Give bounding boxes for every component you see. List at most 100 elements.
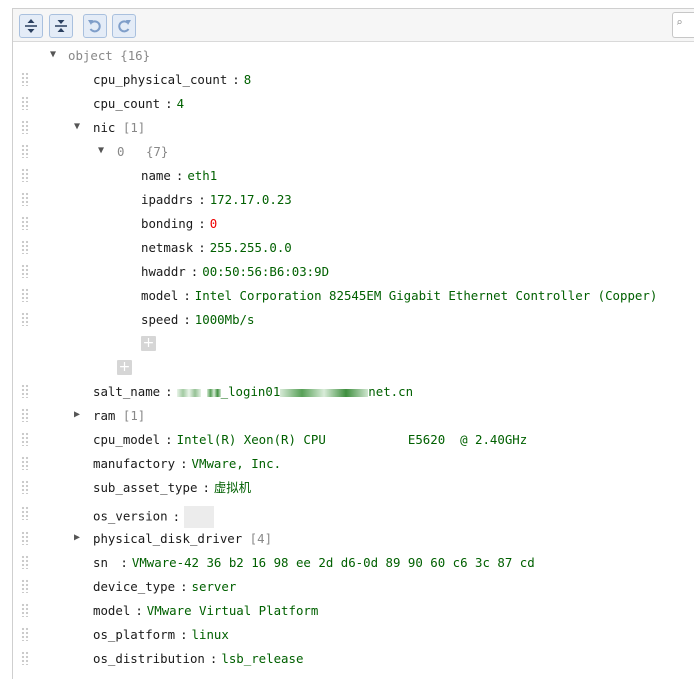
drag-handle[interactable] — [21, 216, 29, 230]
field-key[interactable]: cpu_model — [93, 432, 160, 447]
tree-row-model: model: VMware Virtual Platform — [0, 599, 694, 623]
tree-row-salt-name: salt_name: _login01 net.cn — [0, 380, 694, 404]
field-value-part2[interactable]: net.cn — [368, 384, 413, 399]
root-count: {16} — [120, 48, 151, 63]
field-value[interactable]: 虚拟机 — [214, 480, 251, 495]
drag-handle[interactable] — [21, 312, 29, 326]
field-key[interactable]: bonding — [141, 216, 193, 231]
drag-handle[interactable] — [21, 384, 29, 398]
field-value[interactable]: linux — [192, 627, 229, 642]
field-value[interactable]: Intel Corporation 82545EM Gigabit Ethern… — [195, 288, 658, 303]
drag-handle[interactable] — [21, 96, 29, 110]
field-key[interactable]: hwaddr — [141, 264, 186, 279]
field-value[interactable]: 255.255.0.0 — [210, 240, 292, 255]
drag-handle[interactable] — [21, 168, 29, 182]
drag-handle[interactable] — [21, 555, 29, 569]
tree-row-ram: ▶ ram [1] — [0, 404, 694, 428]
drag-handle[interactable] — [21, 627, 29, 641]
undo-button[interactable] — [83, 14, 107, 38]
field-value[interactable]: VMware-42 36 b2 16 98 ee 2d d6-0d 89 90 … — [132, 555, 535, 570]
field-key[interactable]: salt_name — [93, 384, 160, 399]
field-value[interactable]: Intel(R) Xeon(R) CPU E5620 @ 2.40GHz — [177, 432, 528, 447]
field-value[interactable]: eth1 — [187, 168, 217, 183]
field-value[interactable]: VMware, Inc. — [192, 456, 282, 471]
field-key[interactable]: cpu_physical_count — [93, 72, 227, 87]
key-separator: : — [175, 168, 184, 183]
field-key[interactable]: ipaddrs — [141, 192, 193, 207]
field-value[interactable]: 172.17.0.23 — [210, 192, 292, 207]
field-value[interactable]: 00:50:56:B6:03:9D — [202, 264, 329, 279]
tree-row-nic-model: model: Intel Corporation 82545EM Gigabit … — [0, 284, 694, 308]
field-key[interactable]: model — [141, 288, 178, 303]
array-index: 0 — [117, 144, 125, 159]
tree-row-sub-asset-type: sub_asset_type: 虚拟机 — [0, 476, 694, 500]
drag-handle[interactable] — [21, 288, 29, 302]
expand-toggle-nic[interactable]: ▼ — [71, 120, 83, 134]
expand-toggle-nic-0[interactable]: ▼ — [95, 144, 107, 158]
field-key[interactable]: sub_asset_type — [93, 480, 197, 495]
append-item-button-nic[interactable]: + — [117, 360, 132, 375]
field-value[interactable]: 4 — [177, 96, 184, 111]
field-key[interactable]: os_platform — [93, 627, 175, 642]
expand-all-icon — [25, 19, 37, 33]
key-separator: : — [183, 288, 191, 303]
redo-icon — [118, 20, 131, 33]
key-separator: : — [198, 192, 206, 207]
field-value[interactable]: VMware Virtual Platform — [147, 603, 319, 618]
drag-handle[interactable] — [21, 72, 29, 86]
tree-row-nic-0: ▼ 0 {7} — [0, 140, 694, 164]
expand-all-button[interactable] — [19, 14, 43, 38]
drag-handle[interactable] — [21, 480, 29, 494]
drag-handle[interactable] — [21, 432, 29, 446]
drag-handle[interactable] — [21, 531, 29, 545]
expand-toggle-physical-disk-driver[interactable]: ▶ — [71, 531, 83, 545]
drag-handle[interactable] — [21, 192, 29, 206]
tree-row-physical-disk-driver: ▶ physical_disk_driver [4] — [0, 527, 694, 551]
expand-toggle-root[interactable]: ▼ — [47, 48, 59, 62]
key-separator: : — [198, 216, 206, 231]
field-value[interactable]: lsb_release — [221, 651, 303, 666]
redo-button[interactable] — [112, 14, 136, 38]
field-key[interactable]: ram — [93, 408, 115, 423]
field-key[interactable]: device_type — [93, 579, 175, 594]
drag-handle[interactable] — [21, 144, 29, 158]
field-key[interactable]: model — [93, 603, 130, 618]
field-key[interactable]: sn — [93, 555, 115, 570]
drag-handle[interactable] — [21, 579, 29, 593]
tree-row-nic-hwaddr: hwaddr:00:50:56:B6:03:9D — [0, 260, 694, 284]
field-key[interactable]: netmask — [141, 240, 193, 255]
field-value[interactable]: server — [192, 579, 237, 594]
append-field-button-nic-0[interactable]: + — [141, 336, 156, 351]
field-key[interactable]: os_version — [93, 509, 168, 524]
array-count: [1] — [122, 120, 146, 135]
field-key[interactable]: speed — [141, 312, 178, 327]
collapse-all-button[interactable] — [49, 14, 73, 38]
drag-handle[interactable] — [21, 651, 29, 665]
field-value[interactable]: 1000Mb/s — [195, 312, 255, 327]
drag-handle[interactable] — [21, 120, 29, 134]
tree-row-nic-bonding: bonding:0 — [0, 212, 694, 236]
drag-handle[interactable] — [21, 264, 29, 278]
drag-handle[interactable] — [21, 240, 29, 254]
redacted-block — [206, 388, 221, 397]
field-value[interactable]: 8 — [244, 72, 251, 87]
field-value-part1[interactable]: _login01 — [221, 384, 281, 399]
field-value[interactable]: 0 — [210, 216, 217, 231]
field-key[interactable]: nic — [93, 120, 115, 135]
drag-handle[interactable] — [21, 408, 29, 422]
field-key[interactable]: cpu_count — [93, 96, 160, 111]
field-key[interactable]: os_distribution — [93, 651, 205, 666]
drag-handle[interactable] — [21, 603, 29, 617]
search-box[interactable]: ⌕ — [672, 12, 694, 38]
drag-handle[interactable] — [21, 456, 29, 470]
expand-toggle-ram[interactable]: ▶ — [71, 408, 83, 422]
undo-icon — [88, 20, 101, 33]
tree-row-root: ▼ object {16} — [0, 44, 694, 68]
key-separator: : — [120, 555, 128, 570]
field-key[interactable]: physical_disk_driver — [93, 531, 242, 546]
field-key[interactable]: manufactory — [93, 456, 175, 471]
tree-row-nic-speed: speed:1000Mb/s — [0, 308, 694, 332]
field-value-empty[interactable] — [184, 506, 215, 528]
field-key[interactable]: name — [141, 168, 171, 183]
drag-handle[interactable] — [21, 506, 29, 520]
